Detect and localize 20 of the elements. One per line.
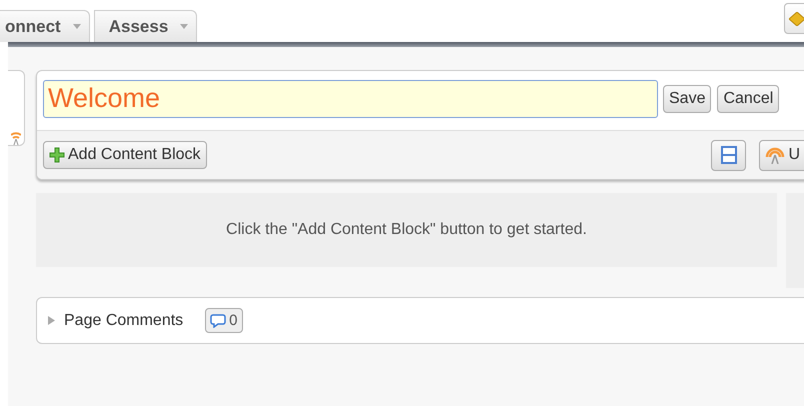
layout-icon	[720, 146, 737, 164]
comments-label: Page Comments	[64, 312, 184, 330]
speech-bubble-icon	[210, 314, 226, 328]
broadcast-icon	[765, 146, 786, 164]
title-button[interactable]: Cancel	[717, 84, 780, 112]
nav-tab[interactable]: onnect	[0, 10, 90, 42]
layout-button[interactable]	[711, 140, 746, 170]
caret-icon	[180, 24, 188, 29]
plus-icon	[49, 147, 65, 163]
diamond-icon	[789, 12, 804, 26]
comment-count-button[interactable]: 0	[205, 308, 243, 333]
add-block-button[interactable]: Add Content Block	[43, 141, 207, 169]
caret-right-icon	[47, 316, 56, 324]
toolbar-button[interactable]: U	[759, 140, 804, 170]
empty-message: Click the "Add Content Block" button to get started.	[36, 193, 777, 267]
caret-icon	[72, 24, 81, 29]
rss-icon	[11, 131, 21, 145]
toolbar-button[interactable]	[784, 3, 804, 34]
nav-tab[interactable]: Assess	[94, 10, 198, 42]
title-button[interactable]: Save	[663, 84, 712, 112]
